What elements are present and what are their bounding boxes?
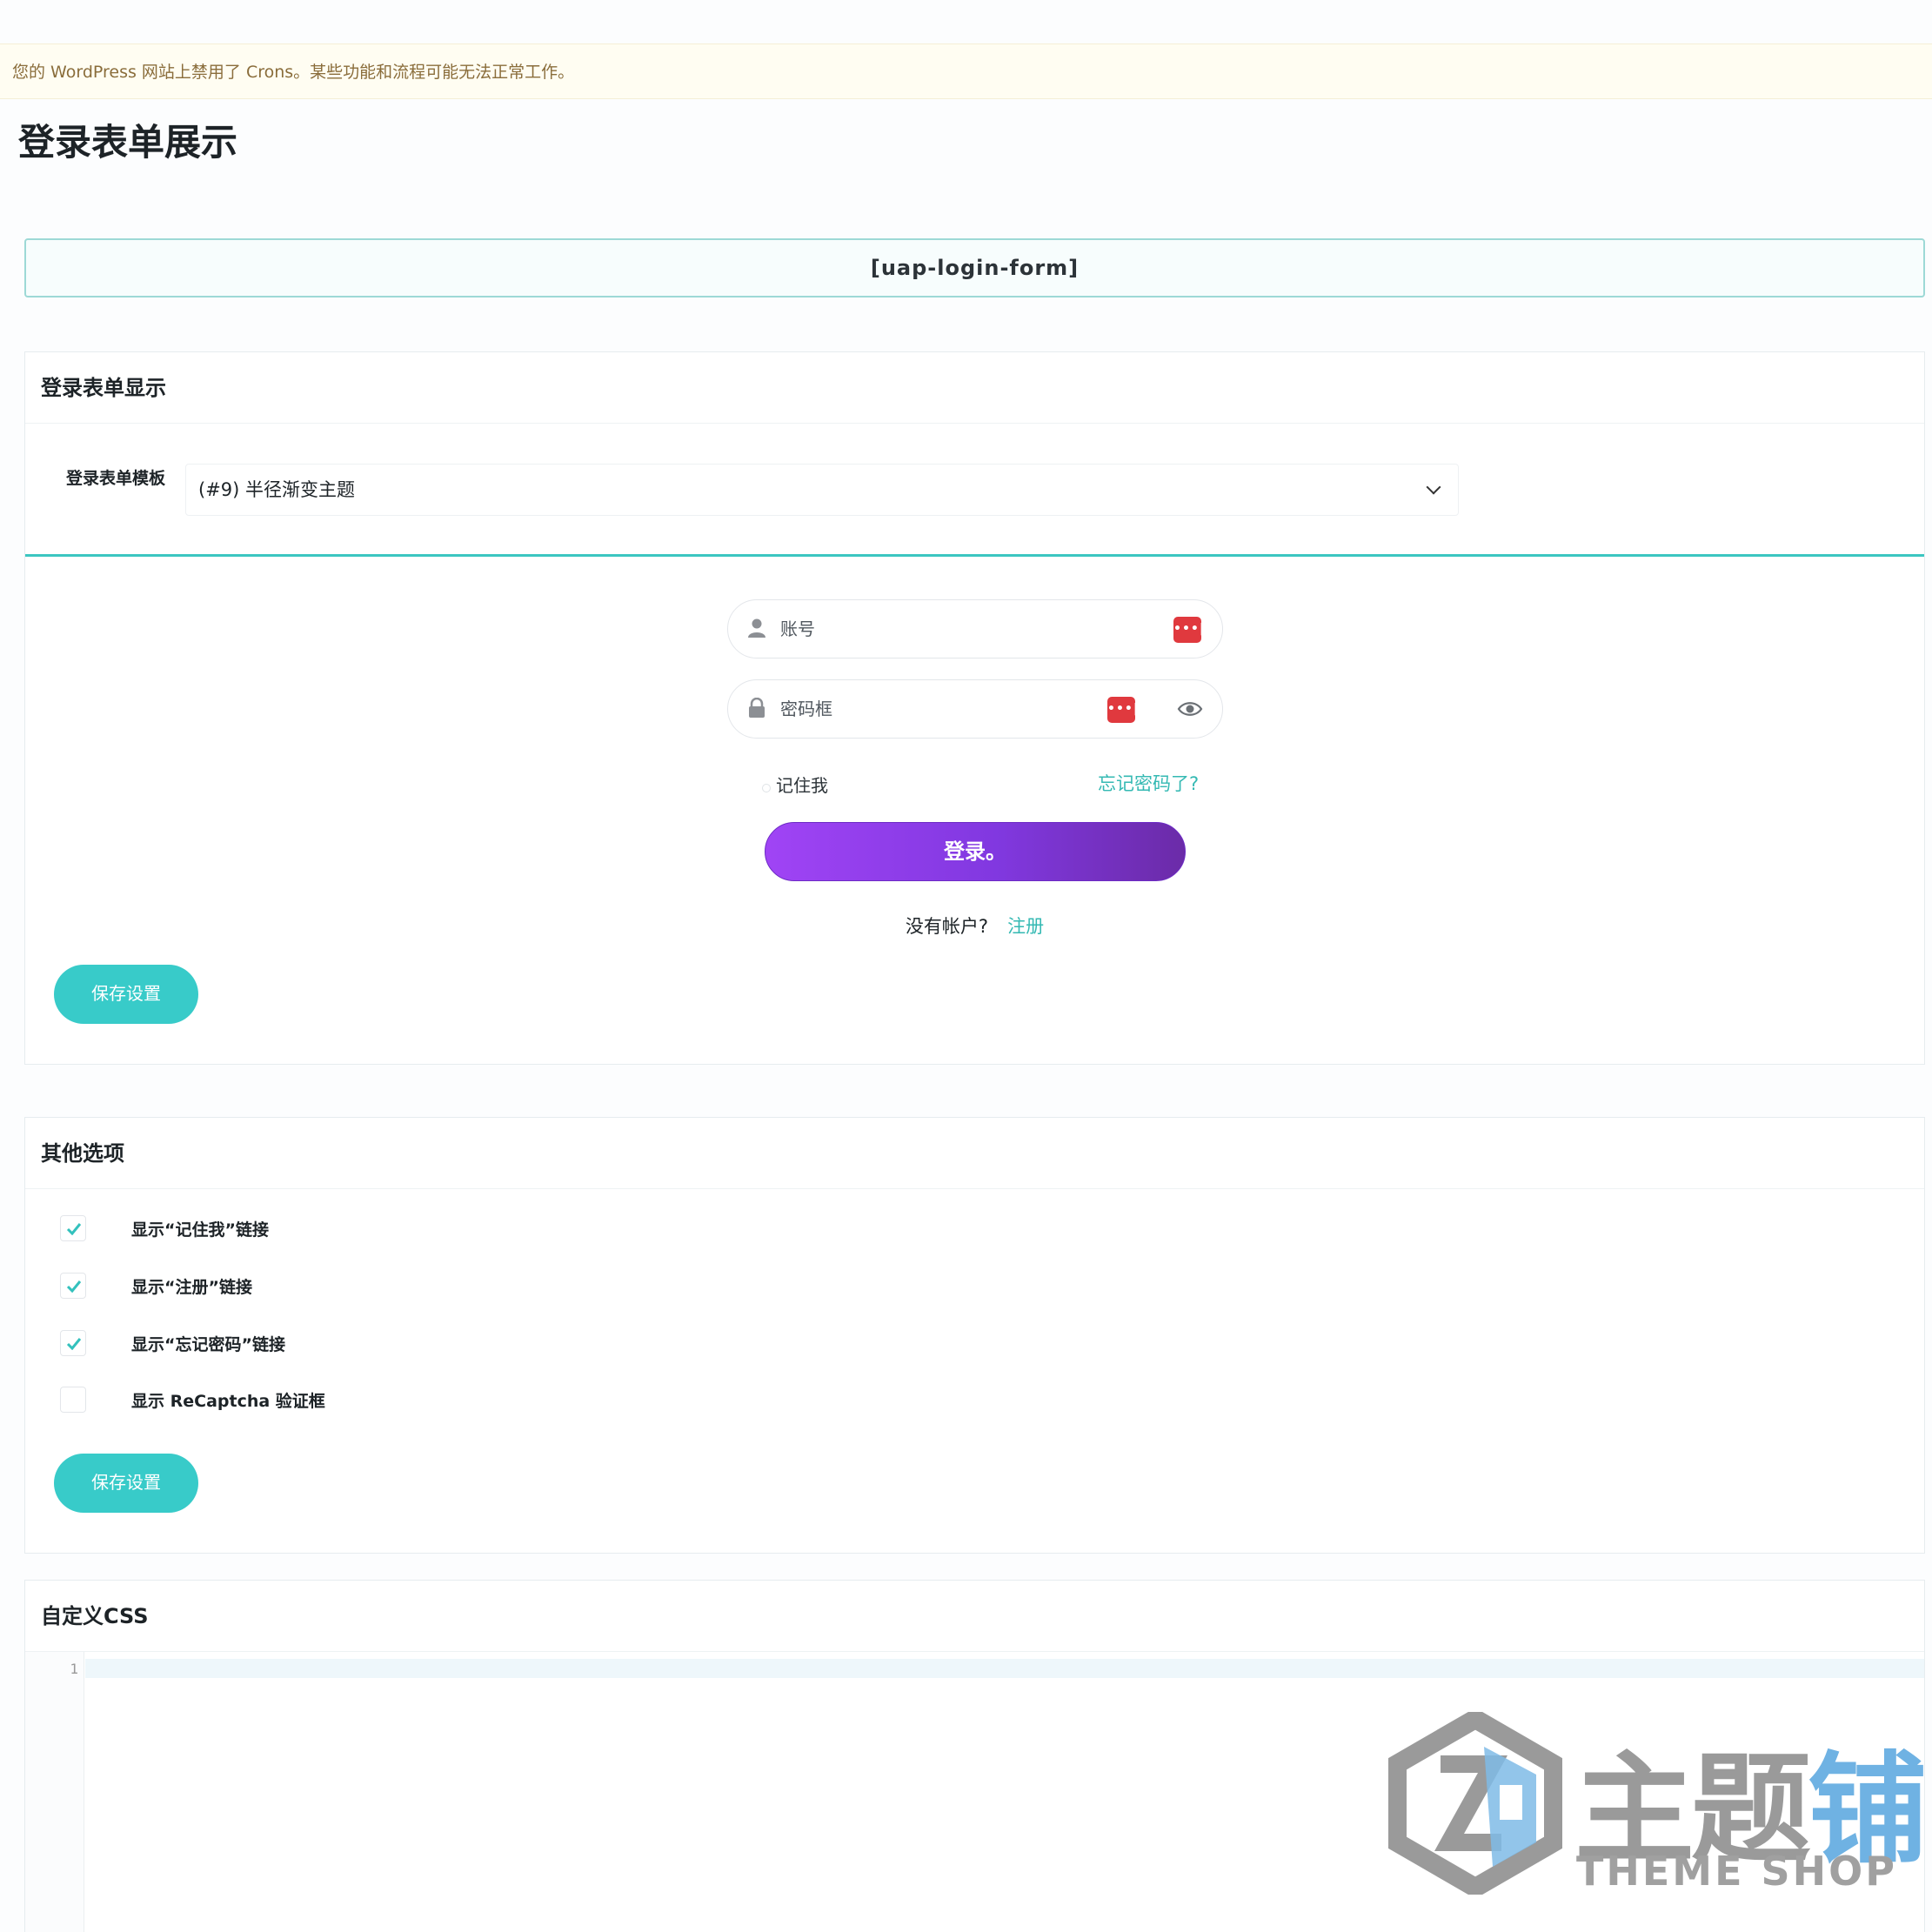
card-title-other: 其他选项 <box>25 1118 1924 1189</box>
forgot-password-link[interactable]: 忘记密码了? <box>1098 770 1199 796</box>
line-gutter: 1 <box>25 1652 84 1932</box>
template-row: 登录表单模板 (#9) 半径渐变主题 <box>25 439 1924 516</box>
remember-me-label: 记住我 <box>776 775 828 796</box>
no-account-text: 没有帐户? <box>905 916 989 937</box>
page-title: 登录表单展示 <box>18 121 238 164</box>
login-button[interactable]: 登录。 <box>765 822 1186 881</box>
divider <box>25 554 1924 557</box>
login-form-preview: 账号 •••| 密码框 •••| 记住我 忘记密码了? 登录。 没有帐户? 注册 <box>25 558 1924 1045</box>
theme-shop-watermark: 主题铺 THEME SHOP <box>1388 1712 1928 1903</box>
active-line-highlight <box>85 1659 1924 1678</box>
checkbox-show-forgot[interactable] <box>60 1330 86 1356</box>
template-selected-value: (#9) 半径渐变主题 <box>198 479 356 500</box>
template-label: 登录表单模板 <box>66 469 166 488</box>
line-number: 1 <box>70 1661 78 1677</box>
card-title-display: 登录表单显示 <box>25 352 1924 424</box>
template-select[interactable]: (#9) 半径渐变主题 <box>185 464 1459 516</box>
checkbox-show-register[interactable] <box>60 1273 86 1299</box>
eye-icon[interactable] <box>1177 699 1203 719</box>
check-icon <box>66 1338 82 1350</box>
option-label: 显示“注册”链接 <box>131 1278 252 1297</box>
card-title-css: 自定义CSS <box>25 1581 1924 1652</box>
password-placeholder: 密码框 <box>780 699 832 719</box>
username-placeholder: 账号 <box>780 618 815 639</box>
check-icon <box>66 1223 82 1235</box>
password-manager-icon[interactable]: •••| <box>1173 617 1204 643</box>
watermark-en: THEME SHOP <box>1576 1848 1897 1895</box>
checkbox-show-remember[interactable] <box>60 1215 86 1241</box>
option-label: 显示“记住我”链接 <box>131 1220 269 1240</box>
user-icon <box>748 618 765 638</box>
checkbox-show-recaptcha[interactable] <box>60 1387 86 1413</box>
chevron-down-icon <box>1426 479 1441 495</box>
register-link[interactable]: 注册 <box>1007 916 1044 937</box>
remember-me[interactable]: 记住我 <box>762 772 828 797</box>
option-label: 显示“忘记密码”链接 <box>131 1335 285 1354</box>
notice-text: 您的 WordPress 网站上禁用了 Crons。某些功能和流程可能无法正常工… <box>12 63 575 82</box>
lock-icon <box>749 698 765 718</box>
remember-me-toggle[interactable] <box>762 784 771 792</box>
other-options-card: 其他选项 显示“记住我”链接 显示“注册”链接 显示“忘记密码”链接 显示 Re… <box>24 1117 1925 1554</box>
password-field[interactable]: 密码框 •••| <box>727 679 1223 739</box>
signup-row: 没有帐户? 注册 <box>25 913 1924 939</box>
login-display-card: 登录表单显示 登录表单模板 (#9) 半径渐变主题 账号 •••| 密码框 ••… <box>24 351 1925 1065</box>
option-label: 显示 ReCaptcha 验证框 <box>131 1392 325 1411</box>
username-field[interactable]: 账号 •••| <box>727 599 1223 658</box>
save-settings-button[interactable]: 保存设置 <box>54 965 198 1024</box>
theme-shop-logo-icon <box>1388 1712 1562 1895</box>
check-icon <box>66 1280 82 1293</box>
password-manager-icon[interactable]: •••| <box>1107 697 1138 723</box>
save-settings-button[interactable]: 保存设置 <box>54 1454 198 1513</box>
shortcode-box[interactable]: [uap-login-form] <box>24 238 1925 297</box>
cron-warning-notice: 您的 WordPress 网站上禁用了 Crons。某些功能和流程可能无法正常工… <box>0 43 1932 99</box>
